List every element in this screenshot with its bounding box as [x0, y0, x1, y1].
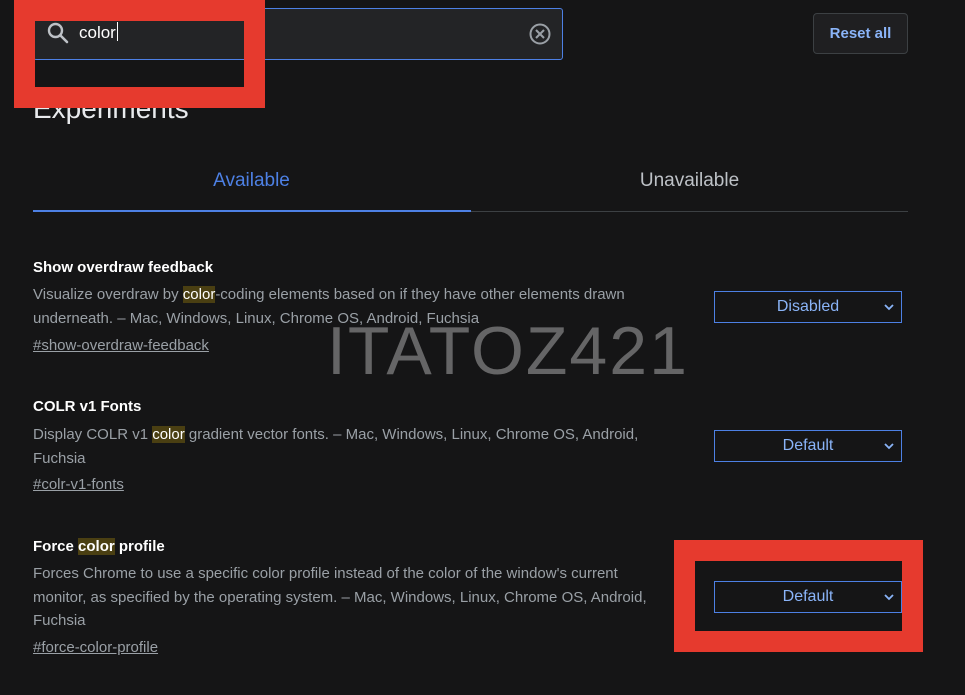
experiment-description: Forces Chrome to use a specific color pr…	[33, 565, 647, 629]
select-value: Default	[782, 437, 834, 454]
tab-active-indicator	[33, 210, 471, 212]
experiment-link[interactable]: #show-overdraw-feedback	[33, 337, 209, 354]
chevron-down-icon	[884, 304, 894, 311]
chevron-down-icon	[884, 443, 894, 450]
tab-unavailable[interactable]: Unavailable	[471, 170, 908, 192]
tab-available[interactable]: Available	[33, 170, 470, 192]
watermark: ITATOZ421	[327, 313, 689, 389]
annotation-highlight-box	[14, 0, 265, 108]
experiment-description: Display COLR v1 color gradient vector fo…	[33, 426, 639, 467]
annotation-highlight-box	[674, 540, 923, 652]
clear-circle-icon[interactable]	[529, 23, 551, 45]
experiment-title: Force color profile	[33, 538, 165, 555]
select-value: Disabled	[776, 298, 840, 315]
experiment-select[interactable]: Default	[714, 430, 902, 462]
experiment-title: Show overdraw feedback	[33, 259, 214, 276]
reset-all-button[interactable]: Reset all	[813, 13, 908, 54]
experiment-select[interactable]: Disabled	[714, 291, 902, 323]
experiment-title: COLR v1 Fonts	[33, 398, 142, 415]
experiment-link[interactable]: #colr-v1-fonts	[33, 476, 124, 493]
experiment-link[interactable]: #force-color-profile	[33, 639, 158, 656]
